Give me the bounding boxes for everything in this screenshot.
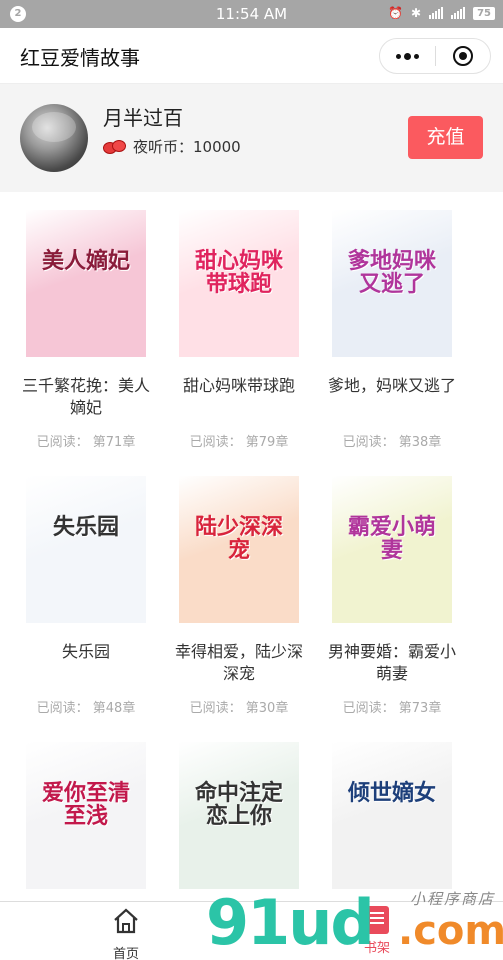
book-item[interactable]: 失乐园 失乐园 已阅读： 第48章 — [16, 476, 156, 716]
book-cover-title: 失乐园 — [52, 515, 119, 540]
book-cover-title: 甜心妈咪带球跑 — [194, 249, 283, 298]
book-cover[interactable]: 美人嫡妃 — [26, 210, 146, 357]
username: 月半过百 — [103, 106, 183, 130]
book-title: 失乐园 — [61, 642, 110, 661]
book-progress: 已阅读： 第71章 — [36, 435, 136, 450]
battery-icon: 75 — [473, 6, 495, 20]
signal-icon-2 — [451, 7, 466, 19]
home-icon — [114, 908, 138, 934]
book-cover-title: 美人嫡妃 — [41, 249, 130, 274]
book-title: 三千繁花挽：美人嫡妃 — [21, 376, 150, 417]
status-bar: 2 11:54 AM ⏰ ✱ 75 — [0, 0, 503, 28]
book-item[interactable]: 霸爱小萌妻男神要婚：霸爱小萌妻已阅读： 第73章 — [322, 476, 462, 716]
book-cover-title: 爹地妈咪又逃了 — [347, 249, 436, 298]
page-title: 红豆爱情故事 — [20, 46, 140, 70]
book-cover-title: 爱你至清至浅 — [41, 781, 130, 830]
tab-shelf[interactable]: 书架 — [337, 906, 417, 956]
book-item[interactable]: 美人嫡妃三千繁花挽：美人嫡妃已阅读： 第71章 — [16, 210, 156, 450]
book-cover[interactable]: 失乐园 — [26, 476, 146, 623]
avatar[interactable] — [20, 104, 88, 172]
red-bean-icon — [103, 138, 127, 156]
mini-program-capsule — [379, 38, 491, 74]
book-progress: 已阅读： 第38章 — [342, 435, 442, 450]
book-progress: 已阅读： 第73章 — [342, 701, 442, 716]
book-cover[interactable]: 爹地妈咪又逃了 — [332, 210, 452, 357]
book-cover[interactable]: 陆少深深宠 — [179, 476, 299, 623]
book-title: 甜心妈咪带球跑 — [182, 376, 295, 395]
more-button[interactable] — [380, 39, 435, 73]
book-progress: 已阅读： 第30章 — [189, 701, 289, 716]
status-icons: ⏰ ✱ 75 — [388, 6, 495, 20]
tab-home[interactable]: 首页 — [86, 906, 166, 960]
book-title: 幸得相爱，陆少深深宠 — [174, 642, 303, 683]
book-cover[interactable]: 命中注定恋上你 — [179, 742, 299, 889]
book-item[interactable]: 陆少深深宠幸得相爱，陆少深深宠已阅读： 第30章 — [169, 476, 309, 716]
book-progress: 已阅读： 第79章 — [189, 435, 289, 450]
bluetooth-icon: ✱ — [411, 6, 422, 20]
recharge-button[interactable]: 充值 — [408, 116, 483, 159]
book-title: 男神要婚：霸爱小萌妻 — [327, 642, 456, 683]
coin-label: 夜听币：10000 — [133, 138, 241, 156]
book-item[interactable]: 甜心妈咪带球跑 甜心妈咪带球跑 已阅读： 第79章 — [169, 210, 309, 450]
profile-card: 月半过百 夜听币：10000 充值 — [0, 84, 503, 192]
book-cover-title: 霸爱小萌妻 — [347, 515, 436, 564]
close-button[interactable] — [436, 39, 491, 73]
tab-home-label: 首页 — [112, 947, 139, 960]
tab-bar: 首页 书架 — [0, 901, 503, 960]
book-title: 爹地，妈咪又逃了 — [327, 376, 456, 395]
book-cover[interactable]: 甜心妈咪带球跑 — [179, 210, 299, 357]
book-cover[interactable]: 爱你至清至浅 — [26, 742, 146, 889]
bookshelf-icon — [365, 906, 389, 934]
signal-icon — [429, 7, 444, 19]
book-cover-title: 命中注定恋上你 — [194, 781, 283, 830]
book-cover[interactable]: 倾世嫡女 — [332, 742, 452, 889]
book-progress: 已阅读： 第48章 — [36, 701, 136, 716]
book-item[interactable]: 爹地妈咪又逃了爹地，妈咪又逃了已阅读： 第38章 — [322, 210, 462, 450]
book-cover-title: 倾世嫡女 — [347, 781, 436, 806]
book-cover-title: 陆少深深宠 — [194, 515, 283, 564]
coin-balance: 夜听币：10000 — [103, 136, 241, 157]
target-circle-icon — [452, 46, 473, 66]
tab-shelf-label: 书架 — [363, 941, 390, 956]
book-cover[interactable]: 霸爱小萌妻 — [332, 476, 452, 623]
more-dots-icon — [395, 52, 419, 60]
alarm-icon: ⏰ — [388, 6, 404, 20]
nav-bar: 红豆爱情故事 — [0, 28, 503, 84]
